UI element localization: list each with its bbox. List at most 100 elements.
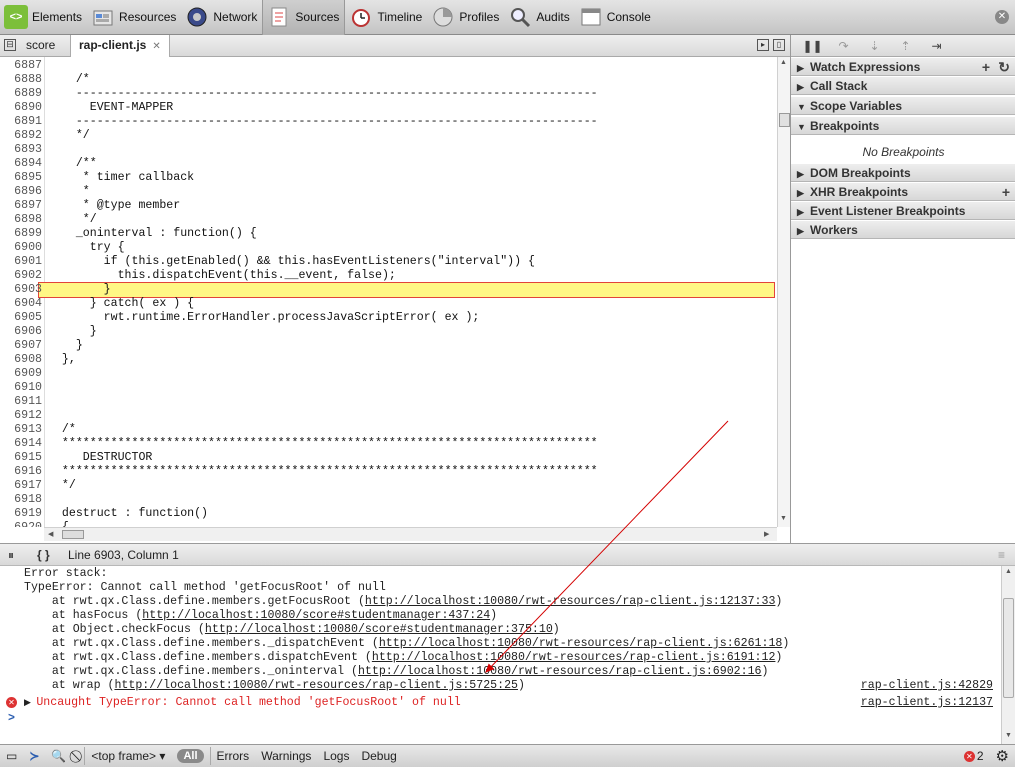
- file-tab-rap-client[interactable]: rap-client.js ✕: [70, 35, 170, 58]
- source-link[interactable]: rap-client.js:12137: [861, 696, 993, 709]
- pane-scope-variables[interactable]: ▼ Scope Variables: [791, 96, 1015, 115]
- line-number[interactable]: 6897: [0, 199, 44, 213]
- line-number[interactable]: 6915: [0, 451, 44, 465]
- line-number[interactable]: 6908: [0, 353, 44, 367]
- line-number[interactable]: 6898: [0, 213, 44, 227]
- pane-event-listener-breakpoints[interactable]: ▶ Event Listener Breakpoints: [791, 201, 1015, 220]
- line-number[interactable]: 6900: [0, 241, 44, 255]
- filter-warnings[interactable]: Warnings: [255, 749, 317, 763]
- search-icon[interactable]: 🔍: [45, 749, 72, 763]
- scroll-down-arrow[interactable]: ▼: [1005, 732, 1012, 739]
- pane-breakpoints[interactable]: ▼ Breakpoints: [791, 116, 1015, 135]
- line-number[interactable]: 6919: [0, 507, 44, 521]
- line-number[interactable]: 6894: [0, 157, 44, 171]
- line-number[interactable]: 6901: [0, 255, 44, 269]
- editor-vertical-scrollbar[interactable]: ▲ ▼: [777, 57, 790, 527]
- pretty-print-icon[interactable]: { }: [37, 548, 50, 562]
- frame-selector[interactable]: <top frame> ▾: [85, 749, 171, 763]
- scroll-left-arrow[interactable]: ◀: [48, 530, 53, 538]
- filter-debug[interactable]: Debug: [355, 749, 402, 763]
- error-counter[interactable]: ✕ 2: [958, 749, 990, 763]
- line-number[interactable]: 6899: [0, 227, 44, 241]
- pane-dom-breakpoints[interactable]: ▶ DOM Breakpoints: [791, 163, 1015, 182]
- scroll-thumb[interactable]: [62, 530, 84, 539]
- line-number[interactable]: 6910: [0, 381, 44, 395]
- toggle-debugger-icon[interactable]: ▸: [757, 39, 769, 51]
- scroll-thumb[interactable]: [1003, 598, 1014, 698]
- pane-workers[interactable]: ▶ Workers: [791, 220, 1015, 239]
- add-xhr-breakpoint-icon[interactable]: +: [1002, 183, 1010, 201]
- line-number[interactable]: 6916: [0, 465, 44, 479]
- console-prompt[interactable]: >: [8, 712, 15, 726]
- line-number[interactable]: 6888: [0, 73, 44, 87]
- tab-sources[interactable]: Sources: [262, 0, 346, 35]
- line-number[interactable]: 6890: [0, 101, 44, 115]
- scroll-up-arrow[interactable]: ▲: [780, 59, 787, 66]
- toggle-sidebar-icon[interactable]: ▯: [773, 39, 785, 51]
- pane-call-stack[interactable]: ▶ Call Stack: [791, 76, 1015, 95]
- pause-on-exceptions-icon[interactable]: ⏸: [8, 548, 14, 563]
- line-number[interactable]: 6895: [0, 171, 44, 185]
- resize-handle-icon[interactable]: ≡: [998, 548, 1005, 562]
- show-console-icon[interactable]: ≻: [23, 749, 45, 763]
- filter-logs[interactable]: Logs: [317, 749, 355, 763]
- scroll-up-arrow[interactable]: ▲: [1005, 568, 1012, 575]
- line-number[interactable]: 6896: [0, 185, 44, 199]
- line-number[interactable]: 6889: [0, 87, 44, 101]
- tab-network[interactable]: Network: [181, 0, 262, 35]
- dock-icon[interactable]: ▭: [0, 749, 23, 763]
- scroll-thumb[interactable]: [779, 113, 790, 127]
- tab-profiles[interactable]: Profiles: [427, 0, 504, 35]
- line-number[interactable]: 6913: [0, 423, 44, 437]
- step-into-icon[interactable]: ⇣: [859, 39, 890, 53]
- console-scrollbar[interactable]: ▲ ▼: [1001, 566, 1015, 744]
- toggle-navigator-icon[interactable]: ⊟: [4, 39, 16, 51]
- line-number[interactable]: 6917: [0, 479, 44, 493]
- file-tab-score[interactable]: score: [20, 35, 61, 57]
- line-number[interactable]: 6905: [0, 311, 44, 325]
- editor-horizontal-scrollbar[interactable]: ◀ ▶: [44, 527, 777, 541]
- line-number[interactable]: 6893: [0, 143, 44, 157]
- code-editor[interactable]: 6887 6888 /* 6889 ------------------------…: [0, 57, 777, 527]
- tab-audits[interactable]: Audits: [504, 0, 574, 35]
- step-out-icon[interactable]: ⇡: [890, 39, 921, 53]
- add-watch-icon[interactable]: +: [982, 58, 990, 76]
- clear-console-icon[interactable]: ⃠: [72, 749, 84, 764]
- scroll-down-arrow[interactable]: ▼: [780, 515, 787, 522]
- expand-triangle-icon[interactable]: ▶: [24, 698, 36, 708]
- settings-gear-icon[interactable]: ⚙: [990, 747, 1015, 765]
- line-number[interactable]: 6904: [0, 297, 44, 311]
- step-over-icon[interactable]: ↷: [828, 39, 859, 53]
- stack-frame-link[interactable]: http://localhost:10080/rwt-resources/rap…: [379, 637, 783, 650]
- console-output[interactable]: Error stack: TypeError: Cannot call metho…: [0, 566, 1001, 744]
- stack-frame-link[interactable]: http://localhost:10080/rwt-resources/rap…: [114, 679, 518, 692]
- deactivate-breakpoints-icon[interactable]: ⇥: [921, 39, 952, 53]
- line-number[interactable]: 6918: [0, 493, 44, 507]
- line-number[interactable]: 6909: [0, 367, 44, 381]
- pane-xhr-breakpoints[interactable]: ▶ XHR Breakpoints +: [791, 182, 1015, 201]
- line-number[interactable]: 6902: [0, 269, 44, 283]
- stack-frame-link[interactable]: http://localhost:10080/score#studentmana…: [142, 609, 490, 622]
- filter-all[interactable]: All: [177, 749, 204, 763]
- tab-elements[interactable]: <> Elements: [0, 0, 87, 35]
- tab-console[interactable]: Console: [575, 0, 656, 35]
- line-number[interactable]: 6912: [0, 409, 44, 423]
- refresh-icon[interactable]: ↻: [998, 58, 1010, 76]
- line-number[interactable]: 6892: [0, 129, 44, 143]
- line-number[interactable]: 6906: [0, 325, 44, 339]
- line-number[interactable]: 6911: [0, 395, 44, 409]
- source-link[interactable]: rap-client.js:42829: [861, 679, 993, 692]
- stack-frame-link[interactable]: http://localhost:10080/rwt-resources/rap…: [372, 651, 776, 664]
- filter-errors[interactable]: Errors: [211, 749, 256, 763]
- line-number[interactable]: 6920: [0, 521, 44, 527]
- stack-frame-link[interactable]: http://localhost:10080/rwt-resources/rap…: [358, 665, 762, 678]
- close-devtools-icon[interactable]: ✕: [995, 10, 1009, 24]
- line-number[interactable]: 6907: [0, 339, 44, 353]
- scroll-right-arrow[interactable]: ▶: [764, 530, 769, 538]
- line-number[interactable]: 6914: [0, 437, 44, 451]
- close-tab-icon[interactable]: ✕: [152, 41, 160, 52]
- stack-frame-link[interactable]: http://localhost:10080/rwt-resources/rap…: [365, 595, 776, 608]
- tab-resources[interactable]: Resources: [87, 0, 181, 35]
- tab-timeline[interactable]: Timeline: [345, 0, 427, 35]
- stack-frame-link[interactable]: http://localhost:10080/score#studentmana…: [205, 623, 553, 636]
